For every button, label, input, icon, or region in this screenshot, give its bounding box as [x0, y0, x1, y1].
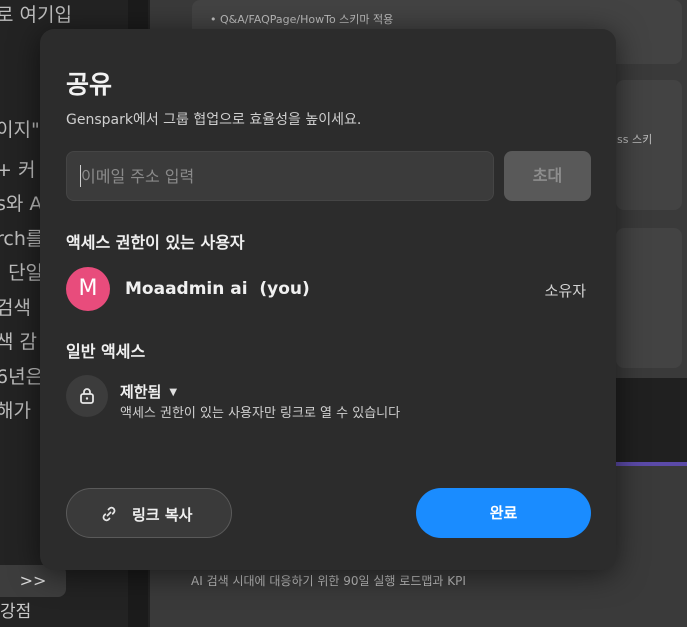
bg-fragment: 검색 [0, 297, 31, 319]
bg-fragment: 해가 [0, 400, 31, 422]
bg-fragment: 로 여기입 [0, 4, 72, 26]
bg-fragment: + 커 [0, 159, 36, 181]
access-description: 액세스 권한이 있는 사용자만 링크로 열 수 있습니다 [120, 406, 401, 421]
dialog-subtitle: Genspark에서 그룹 협업으로 효율성을 높이세요. [66, 112, 362, 128]
lock-icon [66, 375, 108, 417]
access-level-dropdown[interactable]: 제한됨 ▼ [120, 381, 177, 402]
bg-expand-text: 강점 [0, 602, 32, 622]
bg-card [616, 228, 682, 368]
dialog-title: 공유 [66, 70, 113, 99]
chevron-down-icon: ▼ [169, 387, 178, 398]
share-dialog: 공유 Genspark에서 그룹 협업으로 효율성을 높이세요. 초대 액세스 … [40, 29, 616, 570]
invite-button[interactable]: 초대 [504, 151, 591, 201]
text-caret [80, 165, 81, 187]
link-icon [102, 506, 116, 522]
avatar: M [66, 267, 110, 311]
user-role: 소유자 [544, 282, 586, 300]
bg-fragment: 색 감 [0, 331, 37, 353]
copy-link-label: 링크 복사 [132, 506, 193, 524]
bg-fragment: 6년은 [0, 366, 44, 388]
user-name: Moaadmin ai (you) [125, 279, 310, 299]
bg-bottom-text: AI 검색 시대에 대응하기 위한 90일 실행 로드맵과 KPI [191, 574, 466, 588]
bg-fragment: · 단일 [0, 262, 44, 284]
bg-fragment: s와 A [0, 193, 43, 215]
bg-side-text: ss 스키 [617, 133, 653, 146]
general-access-heading: 일반 액세스 [66, 342, 146, 361]
users-heading: 액세스 권한이 있는 사용자 [66, 233, 245, 252]
bg-fragment: 이지" [0, 119, 40, 141]
bg-fragment: rch를 [0, 228, 44, 250]
bg-faq-line: • Q&A/FAQPage/HowTo 스키마 적용 [210, 13, 394, 26]
access-level-label: 제한됨 [120, 383, 162, 401]
done-button[interactable]: 완료 [416, 488, 591, 538]
bg-accent-line [615, 462, 687, 466]
email-input[interactable] [66, 151, 494, 201]
copy-link-button[interactable]: 링크 복사 [66, 488, 232, 538]
